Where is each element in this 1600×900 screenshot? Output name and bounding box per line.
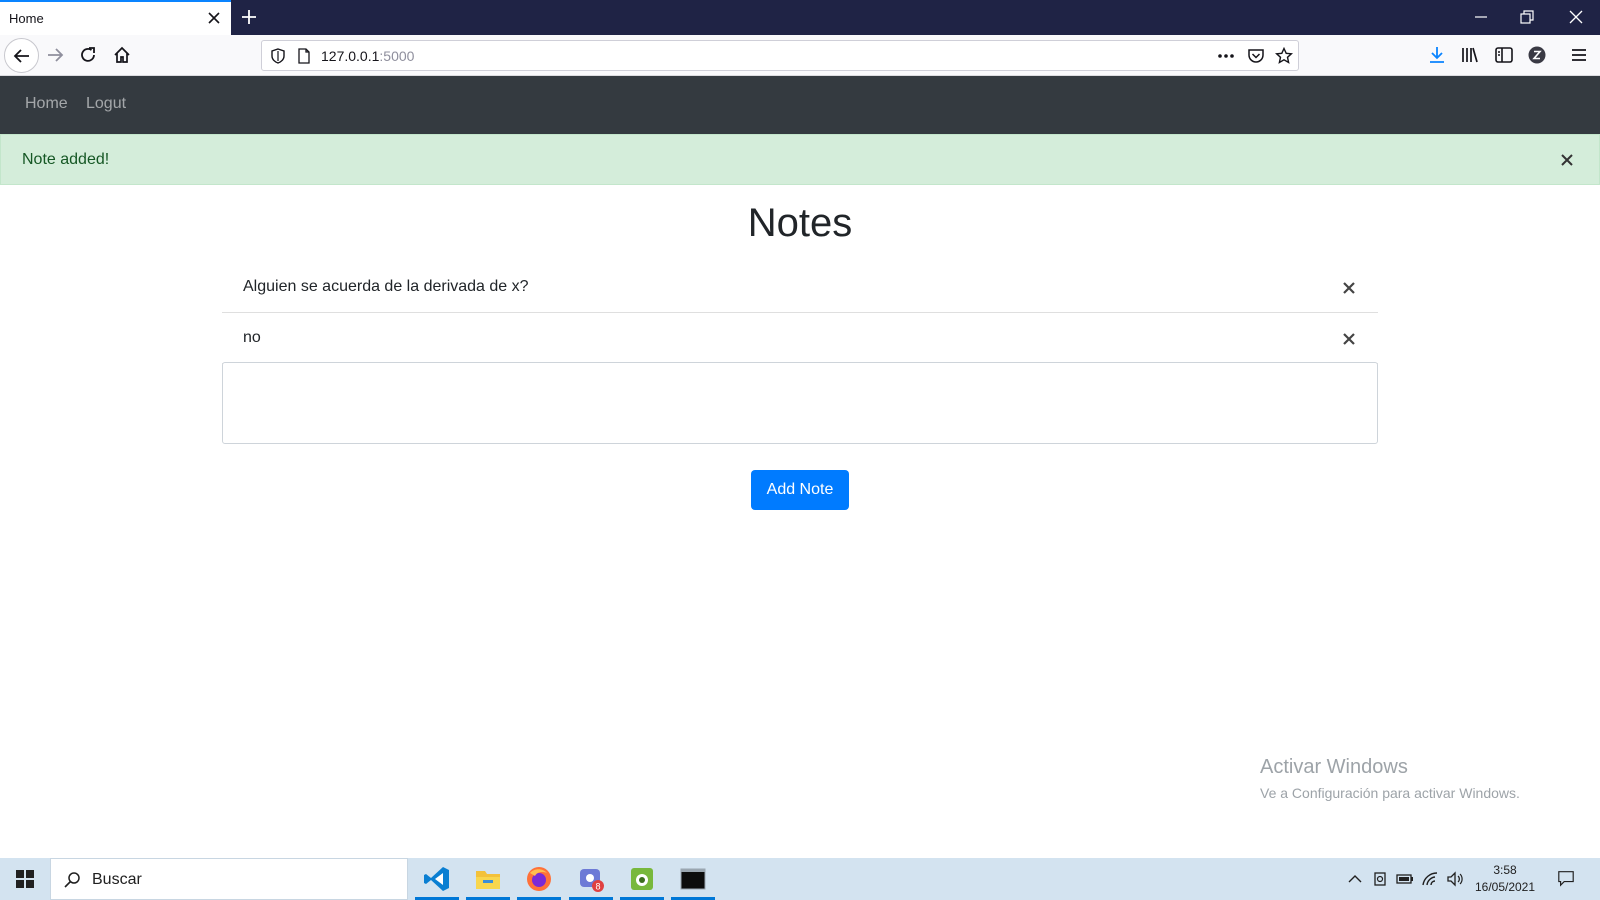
arrow-left-icon: [13, 48, 29, 63]
new-tab-icon[interactable]: [240, 8, 258, 26]
more-actions-icon[interactable]: [1216, 49, 1236, 63]
windows-logo-icon: [16, 870, 34, 888]
taskbar-app-chat[interactable]: 8: [567, 858, 615, 900]
taskbar-app-terminal[interactable]: [669, 858, 717, 900]
note-textarea[interactable]: [222, 362, 1378, 444]
url-text[interactable]: 127.0.0.1:5000: [321, 48, 414, 64]
vscode-icon: [424, 867, 449, 891]
taskbar-app-android-studio[interactable]: [618, 858, 666, 900]
file-explorer-icon: [476, 871, 500, 889]
page-title: Notes: [747, 201, 853, 245]
sidebar-icon: [1495, 47, 1513, 63]
battery-icon: [1396, 874, 1413, 884]
tray-battery[interactable]: [1396, 870, 1414, 888]
taskbar-app-firefox[interactable]: [515, 858, 563, 900]
terminal-icon: [680, 868, 706, 890]
page-icon[interactable]: [297, 48, 311, 64]
search-icon: [64, 872, 80, 888]
arrow-right-icon: [48, 48, 64, 62]
list-item: Alguien se acuerda de la derivada de x?: [222, 262, 1378, 313]
account-avatar-icon: [1528, 46, 1546, 64]
wifi-icon: [1422, 872, 1438, 886]
start-button[interactable]: [0, 858, 50, 900]
action-center-button[interactable]: [1557, 869, 1575, 887]
browser-tab-strip: Home: [0, 0, 1600, 35]
note-text: Alguien se acuerda de la derivada de x?: [243, 278, 529, 295]
firefox-icon: [527, 867, 551, 891]
list-item: no: [222, 313, 1378, 364]
back-button[interactable]: [4, 38, 39, 73]
android-studio-icon: [631, 868, 653, 890]
windows-activation-watermark: Activar Windows Ve a Configuración para …: [1260, 756, 1520, 801]
alert-message: Note added!: [22, 151, 110, 168]
nav-link-logout[interactable]: Logut: [86, 95, 126, 113]
taskbar: Buscar 8 3:58 16/05/2021: [0, 858, 1600, 900]
pocket-icon[interactable]: [1247, 47, 1265, 65]
taskbar-app-vscode[interactable]: [413, 858, 461, 900]
browser-toolbar: 127.0.0.1:5000: [0, 35, 1600, 76]
volume-icon: [1447, 871, 1463, 887]
bookmark-star-icon[interactable]: [1275, 47, 1293, 65]
sidebar-button[interactable]: [1492, 43, 1516, 67]
download-icon: [1430, 47, 1444, 63]
clock-date: 16/05/2021: [1474, 880, 1536, 894]
forward-button[interactable]: [43, 43, 67, 67]
account-button[interactable]: [1525, 43, 1549, 67]
tray-device[interactable]: [1371, 870, 1389, 888]
restore-icon[interactable]: [1518, 8, 1536, 26]
home-icon: [114, 46, 130, 63]
navbar: Home Logut: [0, 76, 1600, 134]
tray-volume[interactable]: [1446, 870, 1464, 888]
success-alert: Note added!: [0, 134, 1600, 185]
close-window-icon[interactable]: [1567, 8, 1585, 26]
chat-badge-count: 8: [595, 882, 600, 892]
home-button[interactable]: [110, 43, 134, 67]
chevron-up-icon: [1348, 875, 1362, 883]
tab-title: Home: [9, 11, 44, 26]
menu-button[interactable]: [1567, 43, 1591, 67]
device-icon: [1374, 872, 1386, 886]
add-note-button[interactable]: Add Note: [751, 470, 849, 510]
delete-note-icon[interactable]: [1342, 281, 1356, 295]
reload-icon: [81, 47, 95, 62]
url-bar[interactable]: 127.0.0.1:5000: [261, 40, 1299, 71]
note-text: no: [243, 329, 261, 346]
taskbar-clock[interactable]: 3:58 16/05/2021: [1468, 862, 1542, 896]
web-page: Home Logut Note added! Notes Alguien se …: [0, 76, 1600, 858]
shield-icon[interactable]: [270, 48, 286, 64]
reload-button[interactable]: [76, 43, 100, 67]
close-tab-icon[interactable]: [207, 11, 221, 25]
tray-show-hidden-icons[interactable]: [1346, 870, 1364, 888]
hamburger-menu-icon: [1572, 49, 1586, 61]
taskbar-search[interactable]: Buscar: [50, 858, 408, 900]
watermark-subtitle: Ve a Configuración para activar Windows.: [1260, 785, 1520, 801]
delete-note-icon[interactable]: [1342, 332, 1356, 346]
library-button[interactable]: [1458, 43, 1482, 67]
library-icon: [1462, 47, 1478, 63]
browser-tab-home[interactable]: Home: [0, 0, 231, 35]
nav-link-home[interactable]: Home: [25, 95, 68, 113]
url-port: :5000: [379, 48, 415, 64]
minimize-icon[interactable]: [1472, 8, 1490, 26]
url-host: 127.0.0.1: [321, 48, 380, 64]
clock-time: 3:58: [1493, 863, 1517, 877]
search-placeholder: Buscar: [92, 871, 142, 888]
tray-network[interactable]: [1421, 870, 1439, 888]
watermark-title: Activar Windows: [1260, 756, 1408, 778]
taskbar-app-file-explorer[interactable]: [464, 858, 512, 900]
downloads-button[interactable]: [1425, 43, 1449, 67]
notification-icon: [1558, 871, 1574, 887]
close-icon[interactable]: [1560, 153, 1574, 167]
chat-app-icon: 8: [580, 869, 604, 892]
